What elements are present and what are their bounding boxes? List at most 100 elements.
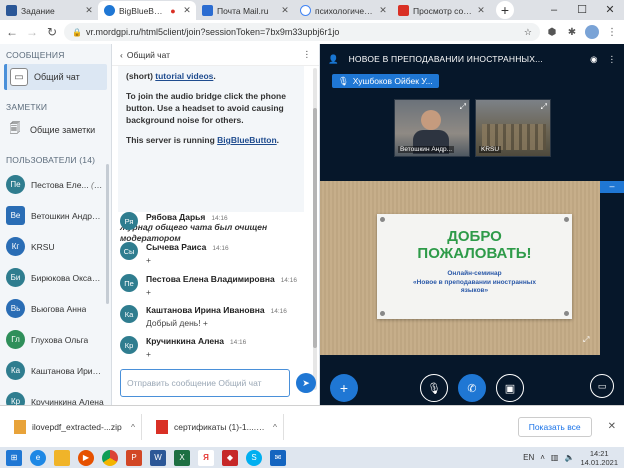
chat-message-input[interactable]: Отправить сообщение Общий чат [120, 369, 290, 397]
user-item[interactable]: Кр Кручинкина Алена [0, 386, 111, 405]
fullscreen-icon[interactable]: ⤢ [460, 102, 466, 112]
browser-tab-view-message[interactable]: Просмотр сообщ ✕ [392, 1, 490, 20]
chevron-up-icon[interactable]: ˄ [540, 453, 545, 462]
chevron-up-icon[interactable]: ^ [273, 422, 277, 432]
slide-viewer[interactable]: ДОБРО ПОЖАЛОВАТЬ! Онлайн-семинар «Новое … [320, 181, 600, 355]
user-item[interactable]: Вь Вьюгова Анна [0, 293, 111, 324]
user-item[interactable]: Би Бирюкова Оксана... [0, 262, 111, 293]
message-author: Каштанова Ирина Ивановна [146, 305, 265, 315]
chrome-icon[interactable] [102, 449, 118, 466]
new-tab-button[interactable]: + [496, 1, 514, 19]
shared-notes-label: Общие заметки [30, 124, 96, 135]
menu-kebab-icon[interactable]: ⋮ [604, 24, 620, 40]
user-item[interactable]: Ка Каштанова Ирина... [0, 355, 111, 386]
close-tab-icon[interactable]: ✕ [378, 5, 388, 16]
user-item[interactable]: Ве Ветошкин Андрей... [0, 200, 111, 231]
avatar: Ря [120, 212, 138, 230]
user-icon[interactable]: 👤 [328, 54, 339, 65]
volume-icon[interactable]: 🔈 [564, 453, 574, 462]
skype-icon[interactable]: S [246, 449, 262, 466]
close-tab-icon[interactable]: ✕ [280, 5, 290, 16]
user-item[interactable]: Гл Глухова Ольга [0, 324, 111, 355]
bigbluebutton-link[interactable]: BigBlueButton [217, 135, 277, 145]
maximize-icon[interactable]: ☐ [568, 0, 596, 20]
chevron-left-icon[interactable]: ‹ [120, 50, 123, 60]
google-favicon-icon [300, 5, 311, 16]
browser-tab-bigbluebutton[interactable]: BigBlueButton ● ✕ [98, 1, 196, 20]
chat-scrollbar[interactable] [313, 68, 317, 390]
email-icon[interactable]: ✉ [270, 449, 286, 466]
browser-tab-zadanie[interactable]: Задание ✕ [0, 1, 98, 20]
chat-message: Ка Каштанова Ирина Ивановна 14:16 Добрый … [120, 305, 287, 328]
close-downloads-icon[interactable]: ✕ [608, 421, 616, 432]
messages-header: СООБЩЕНИЯ [6, 50, 65, 60]
network-icon[interactable]: ▥ [551, 453, 559, 462]
public-chat-item[interactable]: ▭ Общий чат [4, 64, 107, 90]
avatar: Ве [6, 206, 25, 225]
word-icon[interactable]: W [150, 449, 166, 466]
recording-status-icon[interactable]: ◉ [590, 54, 597, 65]
bookmark-star-icon[interactable]: ☆ [524, 27, 532, 38]
app-icon[interactable]: ◆ [222, 449, 238, 466]
close-tab-icon[interactable]: ✕ [476, 5, 486, 16]
extension-icon[interactable]: ⬢ [544, 24, 560, 40]
stage-options-kebab-icon[interactable]: ⋮ [608, 54, 617, 65]
reload-icon[interactable]: ↻ [44, 25, 60, 39]
minimize-icon[interactable]: – [540, 0, 568, 20]
browser-tab-mail[interactable]: Почта Mail.ru ✕ [196, 1, 294, 20]
message-time: 14:16 [280, 277, 297, 284]
show-all-downloads-button[interactable]: Показать все [517, 416, 592, 437]
tutorial-videos-link[interactable]: tutorial videos [155, 71, 213, 81]
browser-tab-search[interactable]: психологические ✕ [294, 1, 392, 20]
yandex-icon[interactable]: Я [198, 449, 214, 466]
close-window-icon[interactable]: ✕ [596, 0, 624, 20]
slide-fullscreen-icon[interactable]: ⤢ [583, 335, 589, 345]
stage-header: 👤 НОВОЕ В ПРЕПОДАВАНИИ ИНОСТРАННЫХ... ◉ … [320, 44, 624, 74]
download-filename: сертификаты (1)-1....pdf [174, 421, 267, 432]
browser-toolbar: ← → ↻ 🔒 vr.mordgpi.ru/html5client/join?s… [0, 20, 624, 44]
user-item[interactable]: Пе Пестова Еле... (Вы) [0, 169, 111, 200]
excel-icon[interactable]: X [174, 449, 190, 466]
webcam-tile[interactable]: ⤢ KRSU [475, 99, 551, 157]
send-message-button[interactable]: ➤ [296, 373, 316, 393]
download-item[interactable]: ilovepdf_extracted-...zip ^ [8, 413, 142, 440]
phone-icon: ✆ [467, 382, 477, 395]
webcam-tile[interactable]: ⤢ Ветошкин Андр... [394, 99, 470, 157]
chat-scrollbar-thumb[interactable] [313, 108, 317, 348]
shared-notes-item[interactable]: 🗐 Общие заметки [0, 116, 111, 143]
user-name: Пестова Еле... [31, 179, 89, 190]
leave-audio-button[interactable]: ✆ [458, 374, 486, 402]
back-arrow-icon[interactable]: ← [4, 25, 20, 39]
fullscreen-icon[interactable]: ⤢ [541, 102, 547, 112]
clock[interactable]: 14:21 14.01.2021 [580, 449, 618, 467]
chat-message: Кр Кручинкина Алена 14:16 + [120, 336, 246, 359]
screen-share-button[interactable]: ▭ [590, 374, 614, 398]
chat-options-kebab-icon[interactable]: ⋮ [303, 49, 312, 60]
lock-icon[interactable]: 🔒 [72, 28, 82, 37]
user-list-scrollbar[interactable] [106, 164, 109, 304]
microphone-muted-icon: 🎙 [427, 382, 441, 395]
close-tab-icon[interactable]: ✕ [182, 5, 192, 16]
profile-avatar[interactable] [584, 24, 600, 40]
mute-microphone-button[interactable]: 🎙 [420, 374, 448, 402]
minimize-presentation-button[interactable]: – [600, 181, 624, 193]
download-item[interactable]: сертификаты (1)-1....pdf ^ [150, 413, 284, 440]
ie-icon[interactable]: e [30, 449, 46, 466]
actions-plus-button[interactable]: + [330, 374, 358, 402]
folder-icon[interactable] [54, 449, 70, 466]
avatar: Кр [120, 336, 138, 354]
keyboard-language[interactable]: EN [523, 453, 534, 462]
forward-arrow-icon[interactable]: → [24, 25, 40, 39]
windows-start-icon[interactable]: ⊞ [6, 449, 22, 466]
close-tab-icon[interactable]: ✕ [84, 5, 94, 16]
address-bar[interactable]: 🔒 vr.mordgpi.ru/html5client/join?session… [64, 23, 540, 41]
window-controls: – ☐ ✕ [540, 0, 624, 20]
media-player-icon[interactable]: ▶ [78, 449, 94, 466]
chevron-up-icon[interactable]: ^ [131, 422, 135, 432]
send-arrow-icon: ➤ [302, 377, 310, 388]
user-item[interactable]: Кг KRSU [0, 231, 111, 262]
extension-puzzle-icon[interactable]: ✱ [564, 24, 580, 40]
powerpoint-icon[interactable]: P [126, 449, 142, 466]
share-webcam-button[interactable]: ▣ [496, 374, 524, 402]
meeting-title: НОВОЕ В ПРЕПОДАВАНИИ ИНОСТРАННЫХ... [348, 54, 543, 64]
